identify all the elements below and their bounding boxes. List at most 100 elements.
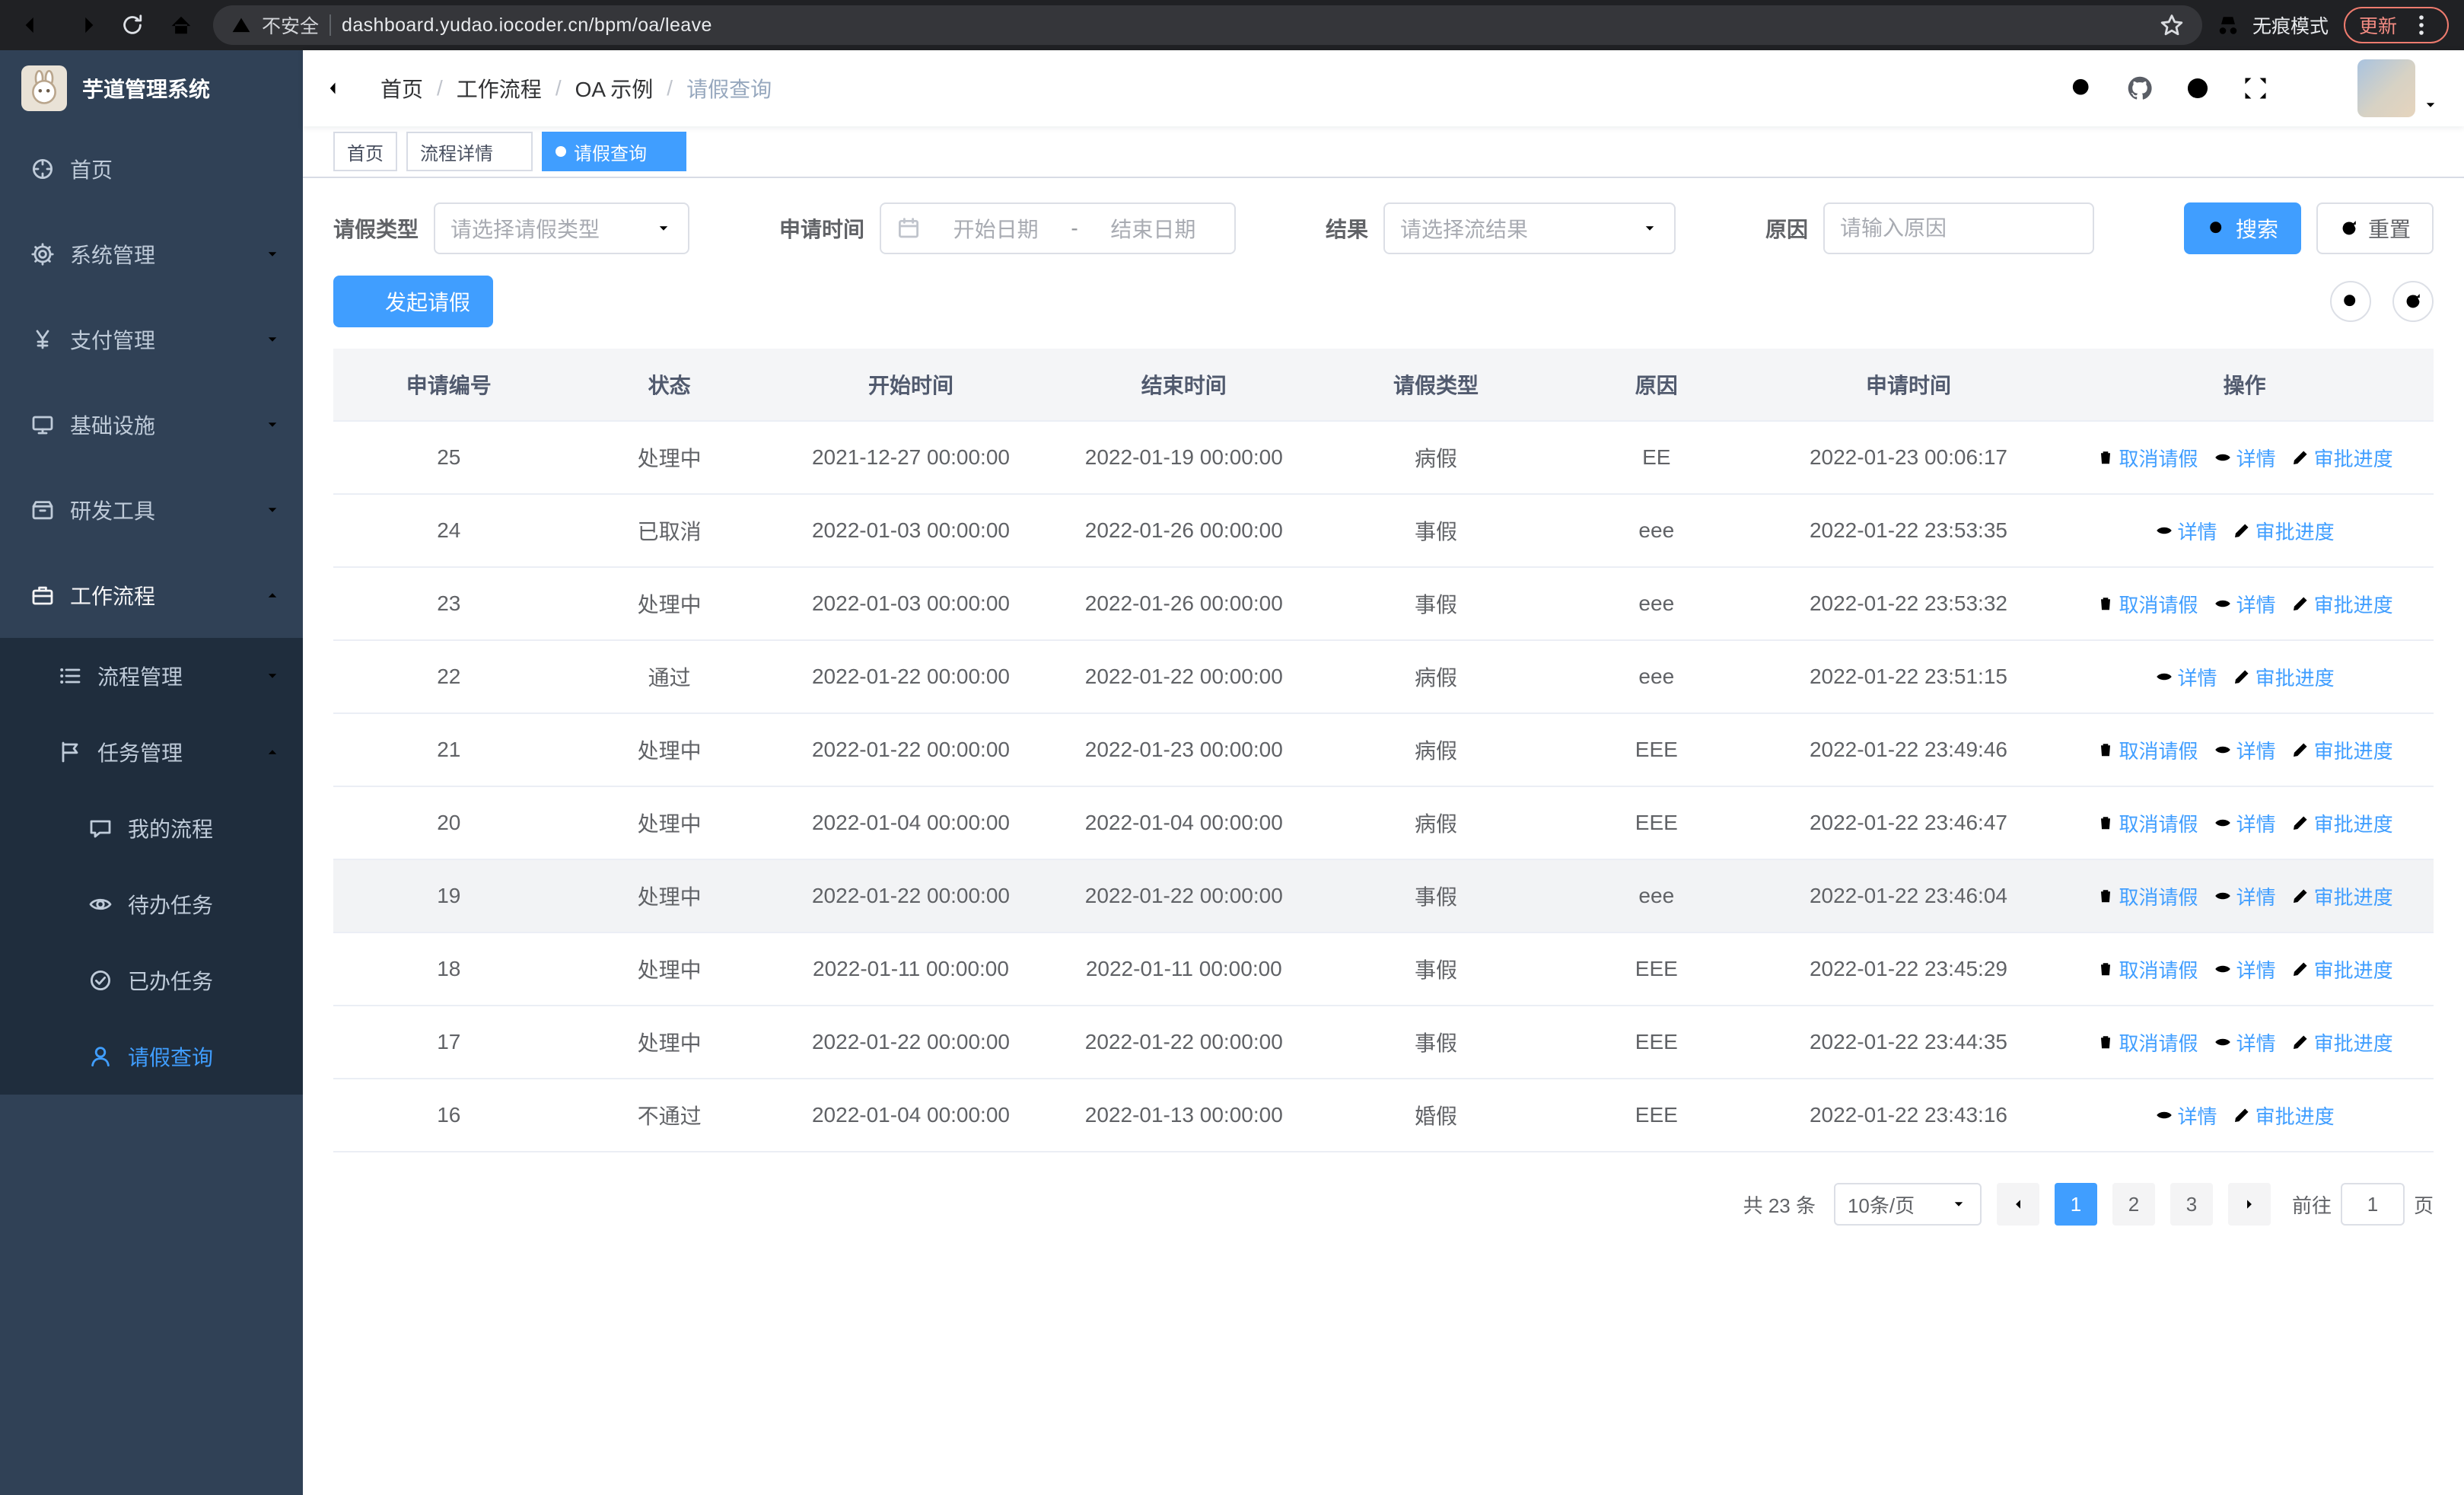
- sidebar-item-done-tasks[interactable]: 已办任务: [0, 942, 303, 1018]
- sidebar-collapse-button[interactable]: [327, 73, 358, 104]
- prev-page-button[interactable]: [1996, 1183, 2039, 1226]
- cancel-leave-link[interactable]: 取消请假: [2096, 736, 2198, 764]
- chevron-down-icon: [263, 416, 282, 434]
- reason-input[interactable]: [1839, 216, 2077, 241]
- detail-link[interactable]: 详情: [2155, 663, 2217, 691]
- approval-progress-link[interactable]: 审批进度: [2291, 444, 2393, 472]
- tab-process-detail[interactable]: 流程详情: [406, 132, 533, 171]
- browser-forward-button[interactable]: [64, 5, 103, 45]
- breadcrumb-home[interactable]: 首页: [380, 73, 423, 104]
- sidebar-item-workflow[interactable]: 工作流程: [0, 553, 303, 638]
- approval-progress-link[interactable]: 审批进度: [2291, 736, 2393, 764]
- goto-page-input[interactable]: [2340, 1183, 2405, 1226]
- cell-apply-id: 19: [437, 884, 461, 907]
- detail-link[interactable]: 详情: [2214, 809, 2276, 837]
- browser-home-button[interactable]: [161, 5, 201, 45]
- eye-icon: [2214, 741, 2232, 759]
- cell-apply-id: 23: [437, 591, 461, 615]
- tab-leave-query[interactable]: 请假查询: [542, 132, 686, 171]
- app-logo[interactable]: 芋道管理系统: [0, 50, 303, 126]
- eye-icon: [88, 892, 113, 916]
- detail-link[interactable]: 详情: [2155, 517, 2217, 545]
- avatar: [2357, 59, 2415, 117]
- detail-link[interactable]: 详情: [2214, 590, 2276, 618]
- detail-link[interactable]: 详情: [2214, 444, 2276, 472]
- cancel-leave-link[interactable]: 取消请假: [2096, 444, 2198, 472]
- sidebar-item-payment-mgmt[interactable]: 支付管理: [0, 297, 303, 382]
- approval-progress-link[interactable]: 审批进度: [2291, 809, 2393, 837]
- next-page-button[interactable]: [2227, 1183, 2271, 1226]
- address-bar[interactable]: 不安全 dashboard.yudao.iocoder.cn/bpm/oa/le…: [213, 5, 2202, 45]
- github-icon[interactable]: [2126, 75, 2154, 102]
- cell-reason: eee: [1638, 884, 1675, 907]
- cancel-leave-link[interactable]: 取消请假: [2096, 590, 2198, 618]
- refresh-table-icon[interactable]: [2392, 281, 2434, 322]
- sidebar-item-infrastructure[interactable]: 基础设施: [0, 382, 303, 467]
- sidebar-item-dev-tools[interactable]: 研发工具: [0, 467, 303, 553]
- cancel-leave-link[interactable]: 取消请假: [2096, 1028, 2198, 1057]
- sidebar-item-home[interactable]: 首页: [0, 126, 303, 212]
- bookmark-star-icon[interactable]: [2160, 13, 2184, 37]
- approval-progress-link[interactable]: 审批进度: [2291, 955, 2393, 983]
- toggle-search-icon[interactable]: [2330, 281, 2371, 322]
- create-leave-button[interactable]: 发起请假: [333, 276, 494, 327]
- cancel-leave-link[interactable]: 取消请假: [2096, 809, 2198, 837]
- sidebar: 芋道管理系统 首页 系统管理 支付管理 基础设施 研发工具 工作流程 流程管理 …: [0, 50, 303, 1495]
- browser-menu-icon[interactable]: [2409, 13, 2434, 37]
- tab-home[interactable]: 首页: [333, 132, 397, 171]
- detail-link[interactable]: 详情: [2214, 1028, 2276, 1057]
- detail-link[interactable]: 详情: [2214, 882, 2276, 910]
- page-unit-label: 页: [2413, 1194, 2434, 1217]
- apply-time-range-picker[interactable]: 开始日期 - 结束日期: [880, 202, 1236, 254]
- close-icon[interactable]: [501, 142, 519, 161]
- page-button-1[interactable]: 1: [2054, 1183, 2097, 1226]
- breadcrumb-workflow[interactable]: 工作流程: [457, 73, 542, 104]
- sidebar-item-leave-query[interactable]: 请假查询: [0, 1018, 303, 1095]
- approval-progress-link[interactable]: 审批进度: [2291, 590, 2393, 618]
- cell-end-time: 2022-01-22 00:00:00: [1084, 1030, 1283, 1054]
- cancel-leave-link[interactable]: 取消请假: [2096, 955, 2198, 983]
- cell-end-time: 2022-01-22 00:00:00: [1084, 884, 1283, 907]
- incognito-badge: 无痕模式: [2214, 11, 2329, 39]
- cell-status: 通过: [648, 666, 691, 690]
- detail-link[interactable]: 详情: [2155, 1101, 2217, 1130]
- sidebar-item-todo-tasks[interactable]: 待办任务: [0, 866, 303, 942]
- browser-update-button[interactable]: 更新: [2343, 7, 2449, 43]
- cell-end-time: 2022-01-26 00:00:00: [1084, 518, 1283, 542]
- browser-refresh-button[interactable]: [113, 5, 152, 45]
- cell-reason: EEE: [1635, 1103, 1678, 1127]
- page-button-2[interactable]: 2: [2112, 1183, 2155, 1226]
- user-avatar-menu[interactable]: [2357, 59, 2440, 117]
- cell-reason: EEE: [1635, 811, 1678, 834]
- fullscreen-icon[interactable]: [2242, 75, 2269, 102]
- search-button[interactable]: 搜索: [2183, 202, 2301, 254]
- browser-back-button[interactable]: [15, 5, 55, 45]
- sidebar-item-system-mgmt[interactable]: 系统管理: [0, 212, 303, 297]
- breadcrumb-oa-example[interactable]: OA 示例: [575, 73, 654, 104]
- sidebar-item-task-mgmt[interactable]: 任务管理: [0, 714, 303, 790]
- search-icon[interactable]: [2068, 75, 2096, 102]
- approval-progress-link[interactable]: 审批进度: [2233, 663, 2335, 691]
- close-icon[interactable]: [654, 142, 673, 161]
- cell-start-time: 2021-12-27 00:00:00: [811, 445, 1010, 469]
- detail-link[interactable]: 详情: [2214, 955, 2276, 983]
- page-button-3[interactable]: 3: [2170, 1183, 2213, 1226]
- help-icon[interactable]: [2184, 75, 2211, 102]
- sidebar-item-my-process[interactable]: 我的流程: [0, 790, 303, 866]
- font-size-icon[interactable]: [2300, 75, 2327, 102]
- leave-type-select[interactable]: 请选择请假类型: [434, 202, 690, 254]
- cancel-leave-link[interactable]: 取消请假: [2096, 882, 2198, 910]
- detail-link[interactable]: 详情: [2214, 736, 2276, 764]
- approval-progress-link[interactable]: 审批进度: [2233, 517, 2335, 545]
- reset-button[interactable]: 重置: [2316, 202, 2434, 254]
- approval-progress-link[interactable]: 审批进度: [2291, 882, 2393, 910]
- approval-progress-link[interactable]: 审批进度: [2233, 1101, 2335, 1130]
- page-size-select[interactable]: 10条/页: [1833, 1183, 1982, 1226]
- cell-start-time: 2022-01-22 00:00:00: [811, 1030, 1010, 1054]
- cell-apply-id: 24: [437, 518, 461, 542]
- cell-status: 不通过: [637, 1105, 702, 1128]
- sidebar-item-process-mgmt[interactable]: 流程管理: [0, 638, 303, 714]
- cell-actions: 取消请假 详情 审批进度: [2055, 955, 2434, 983]
- approval-progress-link[interactable]: 审批进度: [2291, 1028, 2393, 1057]
- result-select[interactable]: 请选择流结果: [1383, 202, 1676, 254]
